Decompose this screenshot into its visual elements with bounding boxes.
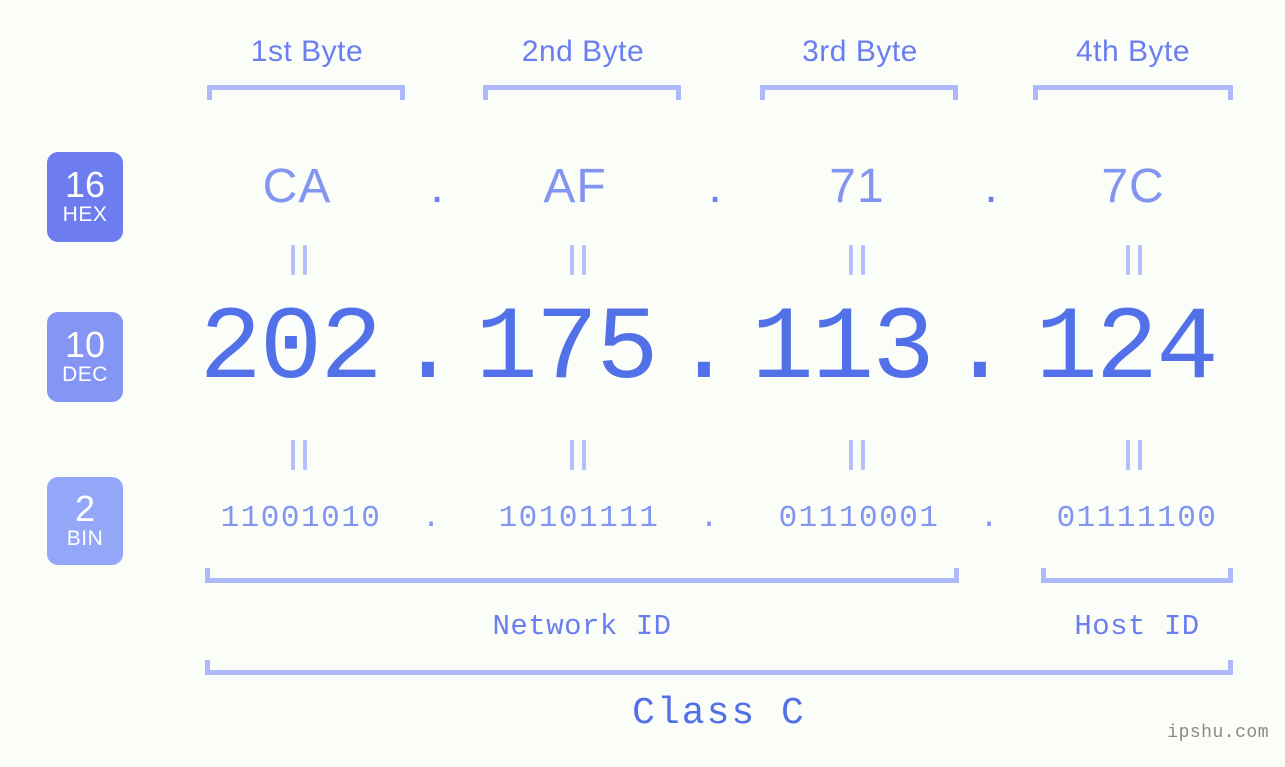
base-badge-bin-number: 2 xyxy=(74,488,96,529)
base-badge-hex: 16 HEX xyxy=(47,152,123,242)
dec-octet-1: 202 xyxy=(199,291,382,409)
base-badge-hex-number: 16 xyxy=(64,164,106,205)
base-badge-dec: 10 DEC xyxy=(47,312,123,402)
hex-separator-2: . xyxy=(708,160,722,213)
dec-separator-2: . xyxy=(672,291,736,409)
bin-octet-2: 10101111 xyxy=(498,501,660,536)
hex-octet-1: CA xyxy=(262,160,332,213)
network-id-bracket xyxy=(205,568,959,583)
byte-bracket-3 xyxy=(760,85,958,100)
dec-octet-2: 175 xyxy=(475,291,658,409)
byte-header-4: 4th Byte xyxy=(1075,35,1191,68)
equals-mark-1-3 xyxy=(849,245,865,275)
base-badge-hex-name: HEX xyxy=(62,203,108,226)
ip-byte-breakdown-diagram: 1st Byte 2nd Byte 3rd Byte 4th Byte 16 H… xyxy=(0,0,1285,767)
base-badge-dec-number: 10 xyxy=(64,324,106,365)
bin-separator-2: . xyxy=(699,501,719,536)
bin-separator-3: . xyxy=(979,501,999,536)
dec-octet-4: 124 xyxy=(1035,291,1218,409)
network-id-label: Network ID xyxy=(492,610,672,643)
equals-mark-2-1 xyxy=(291,440,307,470)
byte-bracket-4 xyxy=(1033,85,1233,100)
class-bracket xyxy=(205,660,1233,675)
bin-octet-3: 01110001 xyxy=(778,501,940,536)
host-id-label: Host ID xyxy=(1074,610,1200,643)
base-badge-bin-name: BIN xyxy=(66,527,104,550)
equals-mark-1-2 xyxy=(570,245,586,275)
bin-octet-4: 01111100 xyxy=(1056,501,1218,536)
hex-octet-2: AF xyxy=(543,160,607,213)
byte-bracket-2 xyxy=(483,85,681,100)
dec-octet-3: 113 xyxy=(751,291,934,409)
equals-mark-2-3 xyxy=(849,440,865,470)
host-id-bracket xyxy=(1041,568,1233,583)
byte-bracket-1 xyxy=(207,85,405,100)
equals-mark-2-2 xyxy=(570,440,586,470)
dec-separator-1: . xyxy=(396,291,460,409)
byte-header-2: 2nd Byte xyxy=(521,35,645,68)
byte-header-1: 1st Byte xyxy=(250,35,364,68)
hex-separator-3: . xyxy=(984,160,998,213)
bin-octet-1: 11001010 xyxy=(220,501,382,536)
hex-octet-3: 71 xyxy=(829,160,885,213)
dec-separator-3: . xyxy=(948,291,1012,409)
byte-header-3: 3rd Byte xyxy=(802,35,918,68)
equals-mark-1-1 xyxy=(291,245,307,275)
site-watermark: ipshu.com xyxy=(1167,723,1269,743)
bin-separator-1: . xyxy=(421,501,441,536)
hex-octet-4: 7C xyxy=(1101,160,1165,213)
hex-separator-1: . xyxy=(430,160,444,213)
equals-mark-1-4 xyxy=(1126,245,1142,275)
class-label: Class C xyxy=(632,692,806,735)
base-badge-dec-name: DEC xyxy=(62,363,108,386)
base-badge-bin: 2 BIN xyxy=(47,477,123,565)
equals-mark-2-4 xyxy=(1126,440,1142,470)
